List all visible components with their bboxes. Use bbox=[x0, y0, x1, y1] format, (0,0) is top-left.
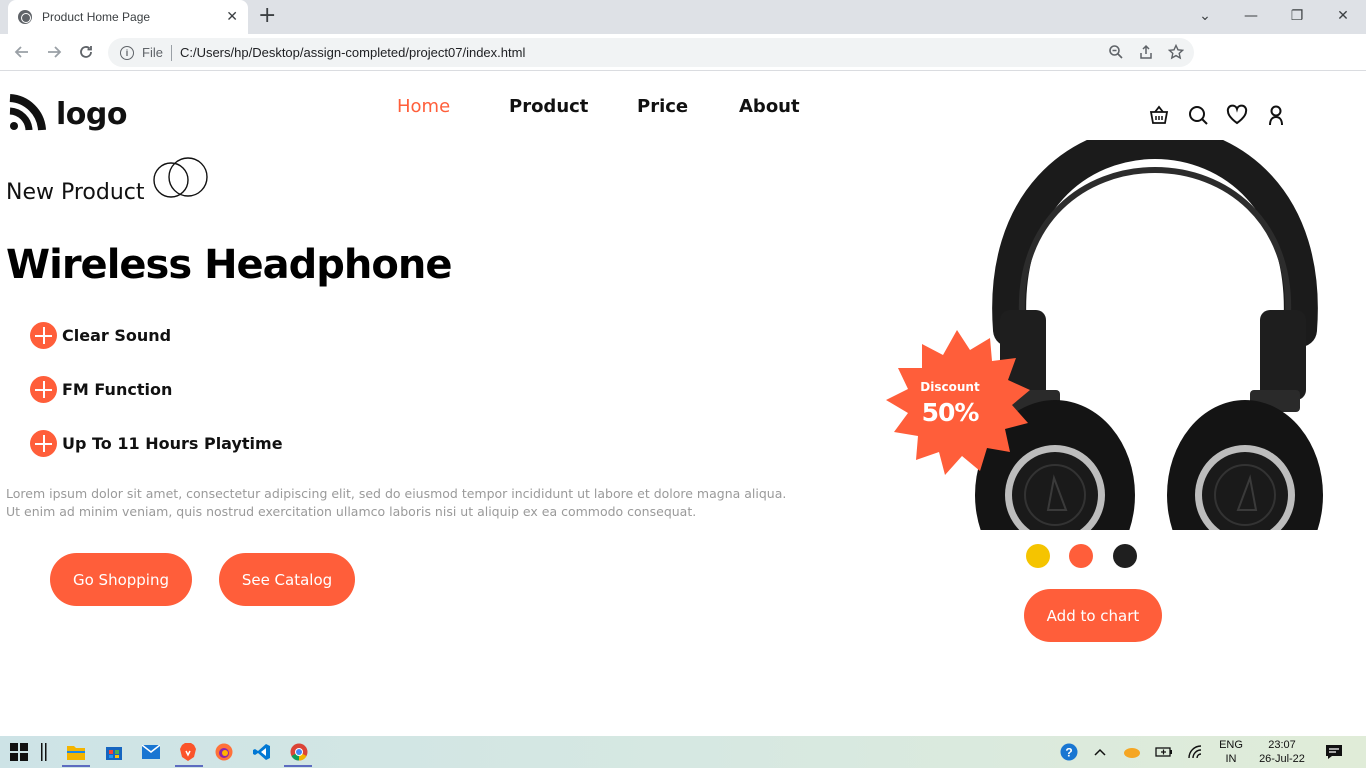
rings-decoration-icon bbox=[153, 157, 208, 198]
plus-circle-icon bbox=[30, 376, 57, 403]
mail-icon[interactable] bbox=[141, 742, 161, 762]
brave-browser-icon[interactable] bbox=[178, 742, 198, 762]
notifications-icon[interactable] bbox=[1324, 742, 1344, 762]
new-product-label: New Product bbox=[6, 180, 145, 205]
active-app-indicator bbox=[175, 765, 203, 767]
active-app-indicator bbox=[284, 765, 312, 767]
color-swatch-yellow[interactable] bbox=[1026, 544, 1050, 568]
task-view-icon[interactable] bbox=[34, 742, 54, 762]
help-icon[interactable]: ? bbox=[1059, 742, 1079, 762]
info-icon[interactable]: i bbox=[120, 45, 134, 60]
url-text[interactable]: C:/Users/hp/Desktop/assign-completed/pro… bbox=[180, 45, 525, 60]
feature-item: FM Function bbox=[30, 376, 172, 403]
cloud-tray-icon[interactable] bbox=[1122, 742, 1142, 762]
color-swatch-black[interactable] bbox=[1113, 544, 1137, 568]
globe-icon bbox=[18, 10, 32, 24]
color-swatch-orange[interactable] bbox=[1069, 544, 1093, 568]
feature-item: Clear Sound bbox=[30, 322, 171, 349]
discount-label: Discount bbox=[920, 380, 980, 394]
feature-text: Up To 11 Hours Playtime bbox=[62, 434, 283, 453]
share-icon[interactable] bbox=[1138, 44, 1154, 60]
windows-taskbar: ? ENG IN 23:07 26-Jul-22 bbox=[0, 736, 1366, 768]
browser-tab[interactable]: Product Home Page ✕ bbox=[8, 0, 248, 34]
discount-value: 50% bbox=[921, 398, 980, 427]
minimize-button[interactable]: — bbox=[1228, 0, 1274, 32]
clock-time: 23:07 bbox=[1268, 739, 1296, 751]
product-description: Lorem ipsum dolor sit amet, consectetur … bbox=[6, 485, 826, 521]
svg-text:?: ? bbox=[1065, 746, 1072, 760]
firefox-icon[interactable] bbox=[214, 742, 234, 762]
site-logo[interactable]: logo bbox=[6, 94, 127, 134]
zoom-icon[interactable] bbox=[1108, 44, 1124, 60]
address-bar[interactable]: i File C:/Users/hp/Desktop/assign-comple… bbox=[108, 38, 1194, 67]
feature-text: FM Function bbox=[62, 380, 173, 399]
file-explorer-icon[interactable] bbox=[66, 742, 86, 762]
url-scheme: File bbox=[142, 45, 163, 60]
browser-tab-bar: Product Home Page ✕ + ⌄ — ❐ ✕ bbox=[0, 0, 1366, 34]
plus-circle-icon bbox=[30, 430, 57, 457]
url-separator bbox=[170, 44, 172, 61]
product-headline: Wireless Headphone bbox=[6, 242, 452, 288]
add-to-cart-button[interactable]: Add to chart bbox=[1024, 589, 1162, 642]
tab-close-icon[interactable]: ✕ bbox=[226, 9, 238, 25]
reload-icon[interactable] bbox=[74, 40, 98, 64]
nav-home[interactable]: Home bbox=[397, 96, 450, 117]
tab-title: Product Home Page bbox=[42, 10, 151, 24]
store-icon[interactable] bbox=[104, 742, 124, 762]
wifi-icon[interactable] bbox=[1187, 742, 1207, 762]
nav-price[interactable]: Price bbox=[637, 96, 688, 117]
plus-circle-icon bbox=[30, 322, 57, 349]
chrome-icon[interactable] bbox=[289, 742, 309, 762]
user-icon[interactable] bbox=[1265, 104, 1287, 126]
windows-start-icon[interactable] bbox=[9, 742, 29, 762]
description-line: Ut enim ad minim veniam, quis nostrud ex… bbox=[6, 504, 697, 519]
heart-icon[interactable] bbox=[1226, 104, 1248, 126]
chevron-up-icon[interactable] bbox=[1090, 742, 1110, 762]
tab-search-icon[interactable]: ⌄ bbox=[1182, 0, 1228, 32]
nav-product[interactable]: Product bbox=[509, 96, 588, 117]
clock-date: 26-Jul-22 bbox=[1259, 753, 1305, 765]
feature-item: Up To 11 Hours Playtime bbox=[30, 430, 283, 457]
bookmark-star-icon[interactable] bbox=[1168, 44, 1184, 60]
logo-text: logo bbox=[56, 96, 127, 132]
go-shopping-button[interactable]: Go Shopping bbox=[50, 553, 192, 606]
new-tab-button[interactable]: + bbox=[258, 4, 276, 28]
forward-icon[interactable] bbox=[42, 40, 66, 64]
clock[interactable]: 23:07 26-Jul-22 bbox=[1252, 738, 1312, 766]
battery-icon[interactable] bbox=[1154, 742, 1174, 762]
region-code: IN bbox=[1225, 753, 1237, 765]
header-icons bbox=[1148, 104, 1287, 126]
rss-logo-icon bbox=[9, 94, 46, 131]
feature-text: Clear Sound bbox=[62, 326, 172, 345]
description-line: Lorem ipsum dolor sit amet, consectetur … bbox=[6, 486, 787, 501]
back-icon[interactable] bbox=[10, 40, 34, 64]
language-indicator[interactable]: ENG IN bbox=[1213, 738, 1249, 766]
basket-icon[interactable] bbox=[1148, 104, 1170, 126]
close-window-button[interactable]: ✕ bbox=[1320, 0, 1366, 32]
restore-button[interactable]: ❐ bbox=[1274, 0, 1320, 32]
search-icon[interactable] bbox=[1187, 104, 1209, 126]
vscode-icon[interactable] bbox=[252, 742, 272, 762]
active-app-indicator bbox=[62, 765, 90, 767]
product-home-page: logo Home Product Price About New Produc… bbox=[0, 72, 1366, 736]
nav-about[interactable]: About bbox=[739, 96, 800, 117]
browser-toolbar: i File C:/Users/hp/Desktop/assign-comple… bbox=[0, 34, 1366, 96]
language-code: ENG bbox=[1219, 739, 1243, 751]
see-catalog-button[interactable]: See Catalog bbox=[219, 553, 355, 606]
